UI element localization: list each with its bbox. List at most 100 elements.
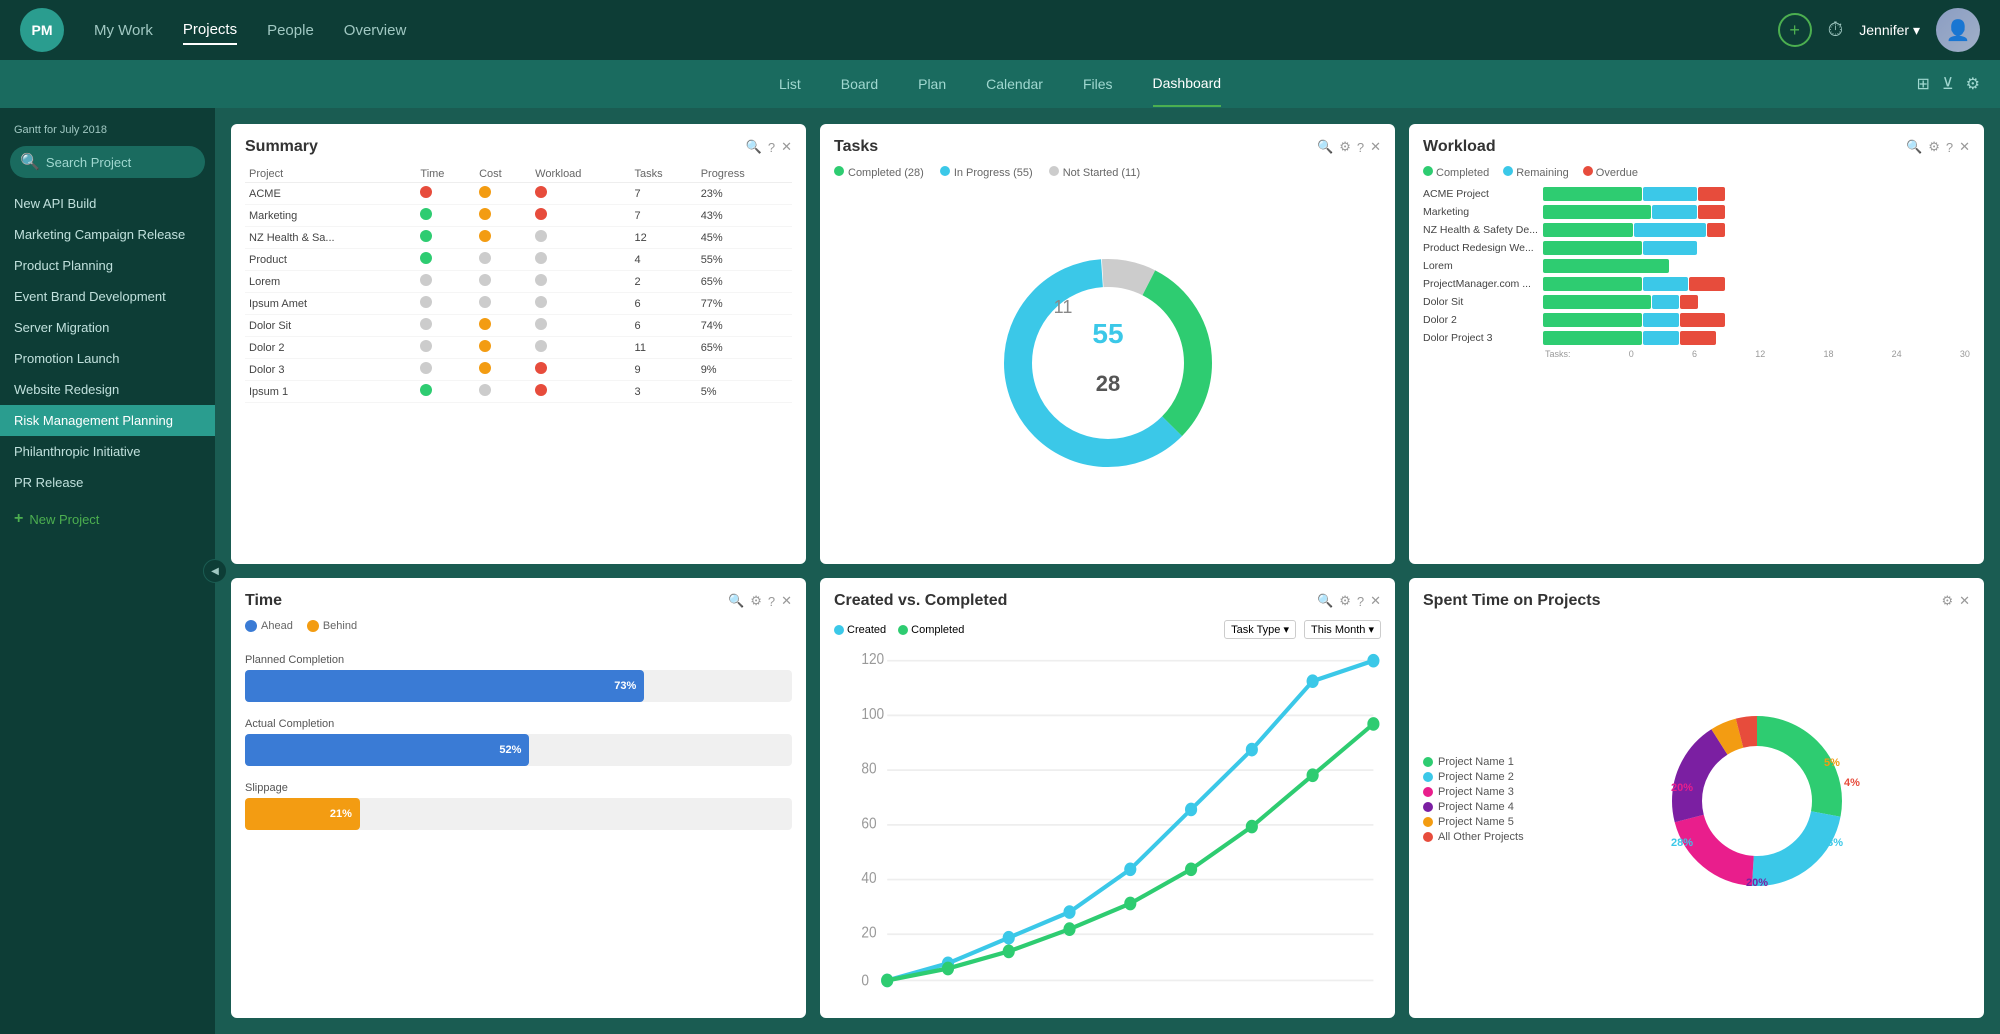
close-icon[interactable]: ✕ bbox=[1370, 593, 1381, 609]
search-icon[interactable]: 🔍 bbox=[728, 593, 744, 609]
tab-list[interactable]: List bbox=[779, 62, 801, 106]
filter-icon[interactable]: ⊻ bbox=[1942, 74, 1954, 94]
settings-icon[interactable]: ⚙ bbox=[1941, 593, 1953, 609]
overdue-seg bbox=[1698, 205, 1725, 219]
this-month-filter[interactable]: This Month ▾ bbox=[1304, 620, 1381, 639]
settings-icon[interactable]: ⚙ bbox=[1339, 593, 1351, 609]
tab-calendar[interactable]: Calendar bbox=[986, 62, 1043, 106]
avatar[interactable]: 👤 bbox=[1936, 8, 1980, 52]
sidebar-item-promotion-launch[interactable]: Promotion Launch bbox=[0, 343, 215, 374]
progress-pct: 55% bbox=[697, 249, 792, 271]
close-icon[interactable]: ✕ bbox=[1959, 139, 1970, 155]
logo[interactable]: PM bbox=[20, 8, 64, 52]
table-row: Dolor Sit 6 74% bbox=[245, 315, 792, 337]
workload-row: Marketing bbox=[1423, 205, 1970, 219]
legend-completed: Completed bbox=[1423, 166, 1489, 179]
workload-bar bbox=[1543, 187, 1970, 201]
time-status bbox=[416, 359, 475, 381]
tab-dashboard[interactable]: Dashboard bbox=[1153, 61, 1222, 107]
workload-row: ACME Project bbox=[1423, 187, 1970, 201]
settings-icon[interactable]: ⚙ bbox=[1966, 74, 1980, 94]
close-icon[interactable]: ✕ bbox=[1959, 593, 1970, 609]
cost-status bbox=[475, 381, 531, 403]
workload-label: Product Redesign We... bbox=[1423, 242, 1543, 254]
sidebar-item-risk-management[interactable]: Risk Management Planning bbox=[0, 405, 215, 436]
close-icon[interactable]: ✕ bbox=[1370, 139, 1381, 155]
sidebar-item-pr-release[interactable]: PR Release bbox=[0, 467, 215, 498]
overdue-seg bbox=[1698, 187, 1725, 201]
tasks-donut-chart: 55 28 11 bbox=[978, 233, 1238, 493]
sidebar-item-server-migration[interactable]: Server Migration bbox=[0, 312, 215, 343]
progress-pct: 23% bbox=[697, 183, 792, 205]
help-icon[interactable]: ? bbox=[1357, 140, 1364, 155]
nav-right: + ⏱ Jennifer ▾ 👤 bbox=[1778, 8, 1980, 52]
sidebar-item-product-planning[interactable]: Product Planning bbox=[0, 250, 215, 281]
search-icon[interactable]: 🔍 bbox=[1317, 593, 1333, 609]
time-icons: 🔍 ⚙ ? ✕ bbox=[728, 593, 792, 609]
new-project-button[interactable]: + New Project bbox=[0, 502, 215, 536]
table-row: Lorem 2 65% bbox=[245, 271, 792, 293]
col-cost: Cost bbox=[475, 166, 531, 183]
sidebar-item-new-api-build[interactable]: New API Build bbox=[0, 188, 215, 219]
nav-people[interactable]: People bbox=[267, 17, 314, 44]
search-icon: 🔍 bbox=[20, 152, 40, 172]
tab-board[interactable]: Board bbox=[841, 62, 878, 106]
legend-in-progress: In Progress (55) bbox=[940, 166, 1033, 179]
workload-bar bbox=[1543, 295, 1970, 309]
tab-plan[interactable]: Plan bbox=[918, 62, 946, 106]
overdue-seg bbox=[1707, 223, 1725, 237]
col-tasks: Tasks bbox=[631, 166, 697, 183]
col-time: Time bbox=[416, 166, 475, 183]
slippage-row: Slippage 21% bbox=[245, 782, 792, 830]
workload-legend: Completed Remaining Overdue bbox=[1423, 166, 1970, 179]
help-icon[interactable]: ? bbox=[1946, 140, 1953, 155]
settings-icon[interactable]: ⚙ bbox=[1928, 139, 1940, 155]
user-name[interactable]: Jennifer ▾ bbox=[1859, 22, 1920, 39]
help-icon[interactable]: ? bbox=[768, 140, 775, 155]
time-status bbox=[416, 205, 475, 227]
workload-label: Dolor 2 bbox=[1423, 314, 1543, 326]
sidebar-item-event-brand[interactable]: Event Brand Development bbox=[0, 281, 215, 312]
logo-text: PM bbox=[32, 22, 53, 38]
time-status bbox=[416, 293, 475, 315]
nav-projects[interactable]: Projects bbox=[183, 16, 237, 45]
table-row: Ipsum Amet 6 77% bbox=[245, 293, 792, 315]
table-row: ACME 7 23% bbox=[245, 183, 792, 205]
table-row: Dolor 2 11 65% bbox=[245, 337, 792, 359]
nav-overview[interactable]: Overview bbox=[344, 17, 407, 44]
tab-files[interactable]: Files bbox=[1083, 62, 1113, 106]
workload-status bbox=[531, 337, 630, 359]
close-icon[interactable]: ✕ bbox=[781, 139, 792, 155]
summary-widget: Summary 🔍 ? ✕ Project Time Cost Workload bbox=[231, 124, 806, 564]
legend-behind: Behind bbox=[307, 620, 357, 632]
summary-title: Summary bbox=[245, 138, 746, 156]
search-icon[interactable]: 🔍 bbox=[1317, 139, 1333, 155]
svg-text:20%: 20% bbox=[1746, 877, 1768, 889]
workload-label: ProjectManager.com ... bbox=[1423, 278, 1543, 290]
grid-icon[interactable]: ⊞ bbox=[1917, 74, 1930, 94]
help-icon[interactable]: ? bbox=[1357, 594, 1364, 609]
tasks-legend: Completed (28) In Progress (55) Not Star… bbox=[834, 166, 1381, 179]
close-icon[interactable]: ✕ bbox=[781, 593, 792, 609]
add-button[interactable]: + bbox=[1778, 13, 1812, 47]
search-icon[interactable]: 🔍 bbox=[1906, 139, 1922, 155]
collapse-sidebar-button[interactable]: ◀ bbox=[203, 559, 227, 583]
help-icon[interactable]: ? bbox=[768, 594, 775, 609]
clock-icon[interactable]: ⏱ bbox=[1828, 19, 1844, 42]
sidebar-item-philanthropic[interactable]: Philanthropic Initiative bbox=[0, 436, 215, 467]
search-icon[interactable]: 🔍 bbox=[746, 139, 762, 155]
workload-row: Lorem bbox=[1423, 259, 1970, 273]
created-vs-completed-widget: Created vs. Completed 🔍 ⚙ ? ✕ Created Co… bbox=[820, 578, 1395, 1018]
svg-text:0: 0 bbox=[861, 973, 869, 989]
workload-row: Dolor Project 3 bbox=[1423, 331, 1970, 345]
search-input[interactable] bbox=[46, 155, 195, 170]
search-box[interactable]: 🔍 bbox=[10, 146, 205, 178]
settings-icon[interactable]: ⚙ bbox=[750, 593, 762, 609]
nav-my-work[interactable]: My Work bbox=[94, 17, 153, 44]
task-type-filter[interactable]: Task Type ▾ bbox=[1224, 620, 1296, 639]
completed-seg bbox=[1543, 241, 1642, 255]
sidebar-item-website-redesign[interactable]: Website Redesign bbox=[0, 374, 215, 405]
sidebar-item-marketing-campaign[interactable]: Marketing Campaign Release bbox=[0, 219, 215, 250]
cost-status bbox=[475, 271, 531, 293]
settings-icon[interactable]: ⚙ bbox=[1339, 139, 1351, 155]
